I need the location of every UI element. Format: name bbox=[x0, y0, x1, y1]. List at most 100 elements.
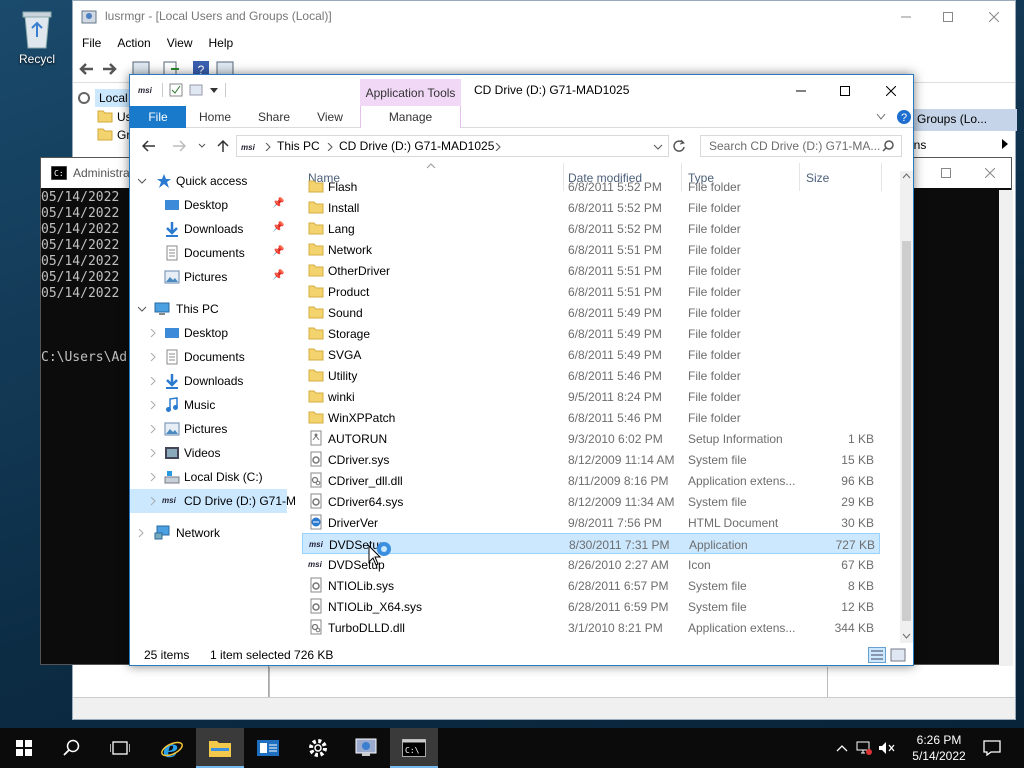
taskbar-computer-management[interactable] bbox=[342, 728, 390, 768]
file-row[interactable]: CDriver.sys 8/12/2009 11:14 AM System file… bbox=[302, 449, 880, 470]
qat-dropdown-icon[interactable] bbox=[209, 85, 219, 95]
ribbon-tab-file[interactable]: File bbox=[130, 106, 186, 128]
nav-qa-downloads[interactable]: Downloads 📌 bbox=[130, 217, 286, 241]
up-arrow-icon[interactable] bbox=[216, 139, 230, 153]
ribbon-tab-share[interactable]: Share bbox=[250, 106, 298, 128]
scroll-down-arrow-icon[interactable] bbox=[902, 633, 911, 639]
file-row[interactable]: Flash 6/8/2011 5:52 PM File folder bbox=[302, 176, 880, 197]
file-row[interactable]: msi DVDSetup 8/26/2010 2:27 AM Icon 67 KB bbox=[302, 554, 880, 575]
file-row[interactable]: winki 9/5/2011 8:24 PM File folder bbox=[302, 386, 880, 407]
back-arrow-icon[interactable] bbox=[77, 59, 97, 79]
cmd-prompt[interactable]: C:\Users\Ad bbox=[41, 350, 127, 366]
start-button[interactable] bbox=[0, 728, 48, 768]
file-row[interactable]: Storage 6/8/2011 5:49 PM File folder bbox=[302, 323, 880, 344]
explorer-minimize-button[interactable] bbox=[778, 75, 824, 106]
details-view-icon[interactable] bbox=[868, 647, 886, 663]
file-row[interactable]: Sound 6/8/2011 5:49 PM File folder bbox=[302, 302, 880, 323]
menu-action[interactable]: Action bbox=[108, 33, 157, 50]
explorer-titlebar[interactable]: msi Application Tools CD Drive (D:) G71-… bbox=[130, 75, 913, 106]
file-row[interactable]: NTIOLib.sys 6/28/2011 6:57 PM System file 8… bbox=[302, 575, 880, 596]
nav-qa-desktop[interactable]: Desktop 📌 bbox=[130, 193, 286, 217]
nav-pc-documents[interactable]: Documents bbox=[130, 345, 286, 369]
nav-qa-pictures[interactable]: Pictures 📌 bbox=[130, 265, 286, 289]
cmd-maximize-button[interactable] bbox=[923, 158, 969, 188]
taskbar-internet-explorer[interactable]: e bbox=[148, 728, 196, 768]
taskbar-clock[interactable]: 6:26 PM 5/14/2022 bbox=[903, 732, 975, 764]
file-row[interactable]: Network 6/8/2011 5:51 PM File folder bbox=[302, 239, 880, 260]
application-tools-tab[interactable]: Application Tools bbox=[360, 79, 461, 106]
search-button[interactable] bbox=[48, 728, 96, 768]
minimize-icon bbox=[796, 90, 806, 91]
back-arrow-icon[interactable] bbox=[142, 140, 156, 152]
file-row[interactable]: SVGA 6/8/2011 5:49 PM File folder bbox=[302, 344, 880, 365]
lusrmgr-minimize-button[interactable] bbox=[883, 1, 929, 32]
breadcrumb-this-pc[interactable]: This PC bbox=[277, 139, 320, 153]
file-row[interactable]: TurboDLLD.dll 3/1/2010 8:21 PM Application… bbox=[302, 617, 880, 638]
search-input[interactable]: Search CD Drive (D:) G71-MA... bbox=[700, 135, 902, 157]
nav-pc-cd-drive[interactable]: msi CD Drive (D:) G71-M bbox=[130, 489, 296, 513]
chevron-up-icon[interactable] bbox=[836, 744, 848, 752]
taskbar-settings[interactable] bbox=[294, 728, 342, 768]
scroll-up-arrow-icon[interactable] bbox=[902, 173, 911, 179]
action-center-button[interactable] bbox=[968, 728, 1016, 768]
ribbon-tab-home[interactable]: Home bbox=[192, 106, 238, 128]
lusrmgr-maximize-button[interactable] bbox=[925, 1, 971, 32]
nav-pc-desktop[interactable]: Desktop bbox=[130, 321, 286, 345]
nav-qa-documents[interactable]: Documents 📌 bbox=[130, 241, 286, 265]
file-row[interactable]: Lang 6/8/2011 5:52 PM File folder bbox=[302, 218, 880, 239]
taskbar-command-prompt[interactable]: C:\ bbox=[390, 728, 438, 768]
forward-arrow-icon[interactable] bbox=[172, 140, 186, 152]
nav-pc-videos[interactable]: Videos bbox=[130, 441, 286, 465]
file-row[interactable]: CDriver64.sys 8/12/2009 11:34 AM System fi… bbox=[302, 491, 880, 512]
explorer-close-button[interactable] bbox=[868, 75, 914, 106]
file-row[interactable]: AUTORUN 9/3/2010 6:02 PM Setup Information… bbox=[302, 428, 880, 449]
file-row[interactable]: Product 6/8/2011 5:51 PM File folder bbox=[302, 281, 880, 302]
file-row[interactable]: NTIOLib_X64.sys 6/28/2011 6:59 PM System f… bbox=[302, 596, 880, 617]
nav-network[interactable]: Network bbox=[130, 521, 286, 545]
cmd-scrollbar[interactable] bbox=[999, 190, 1013, 666]
nav-quick-access[interactable]: Quick access bbox=[130, 169, 286, 193]
new-folder-icon[interactable] bbox=[189, 83, 203, 97]
ribbon-expand-chevron-icon[interactable] bbox=[876, 113, 886, 121]
manage-tab[interactable]: Manage bbox=[360, 106, 461, 128]
explorer-maximize-button[interactable] bbox=[822, 75, 868, 106]
volume-muted-icon[interactable] bbox=[878, 741, 896, 755]
properties-icon[interactable] bbox=[169, 83, 183, 97]
file-list-scrollbar[interactable] bbox=[900, 171, 913, 643]
menu-view[interactable]: View bbox=[158, 33, 200, 50]
help-icon[interactable]: ? bbox=[896, 109, 912, 125]
cmd-close-button[interactable] bbox=[967, 158, 1013, 188]
large-icons-view-icon[interactable] bbox=[890, 647, 906, 663]
menu-help[interactable]: Help bbox=[200, 33, 241, 50]
breadcrumb-cd-drive[interactable]: CD Drive (D:) G71-MAD1025 bbox=[339, 139, 494, 153]
scrollbar-thumb[interactable] bbox=[902, 241, 911, 621]
lusrmgr-title: lusrmgr - [Local Users and Groups (Local… bbox=[105, 9, 332, 23]
nav-pc-pictures[interactable]: Pictures bbox=[130, 417, 286, 441]
recent-locations-chevron-icon[interactable] bbox=[198, 143, 206, 149]
taskbar-server-manager[interactable] bbox=[244, 728, 292, 768]
refresh-icon[interactable] bbox=[672, 139, 686, 153]
address-box[interactable]: msi This PC CD Drive (D:) G71-MAD1025 bbox=[236, 135, 669, 157]
nav-pc-local-disk[interactable]: Local Disk (C:) bbox=[130, 465, 286, 489]
nav-this-pc[interactable]: This PC bbox=[130, 297, 286, 321]
nav-pc-music[interactable]: Music bbox=[130, 393, 286, 417]
file-row[interactable]: Utility 6/8/2011 5:46 PM File folder bbox=[302, 365, 880, 386]
recycle-bin-shortcut[interactable]: Recycl bbox=[4, 6, 70, 66]
taskbar-file-explorer[interactable] bbox=[196, 728, 244, 768]
network-disconnected-icon[interactable] bbox=[856, 741, 872, 755]
lusrmgr-titlebar[interactable]: lusrmgr - [Local Users and Groups (Local… bbox=[73, 1, 1015, 33]
star-icon bbox=[157, 174, 171, 188]
file-row[interactable]: DriverVer 9/8/2011 7:56 PM HTML Document 30… bbox=[302, 512, 880, 533]
file-row[interactable]: OtherDriver 6/8/2011 5:51 PM File folder bbox=[302, 260, 880, 281]
file-row[interactable]: Install 6/8/2011 5:52 PM File folder bbox=[302, 197, 880, 218]
address-dropdown-icon[interactable] bbox=[653, 144, 663, 150]
task-view-button[interactable] bbox=[96, 728, 144, 768]
forward-arrow-icon[interactable] bbox=[99, 59, 119, 79]
nav-pc-downloads[interactable]: Downloads bbox=[130, 369, 286, 393]
file-row[interactable]: CDriver_dll.dll 8/11/2009 8:16 PM Applicat… bbox=[302, 470, 880, 491]
ribbon-tab-view[interactable]: View bbox=[308, 106, 352, 128]
file-row[interactable]: WinXPPatch 6/8/2011 5:46 PM File folder bbox=[302, 407, 880, 428]
menu-file[interactable]: File bbox=[73, 33, 108, 50]
lusrmgr-close-button[interactable] bbox=[971, 1, 1017, 32]
actions-pane-more-actions[interactable]: ons bbox=[903, 135, 1017, 155]
